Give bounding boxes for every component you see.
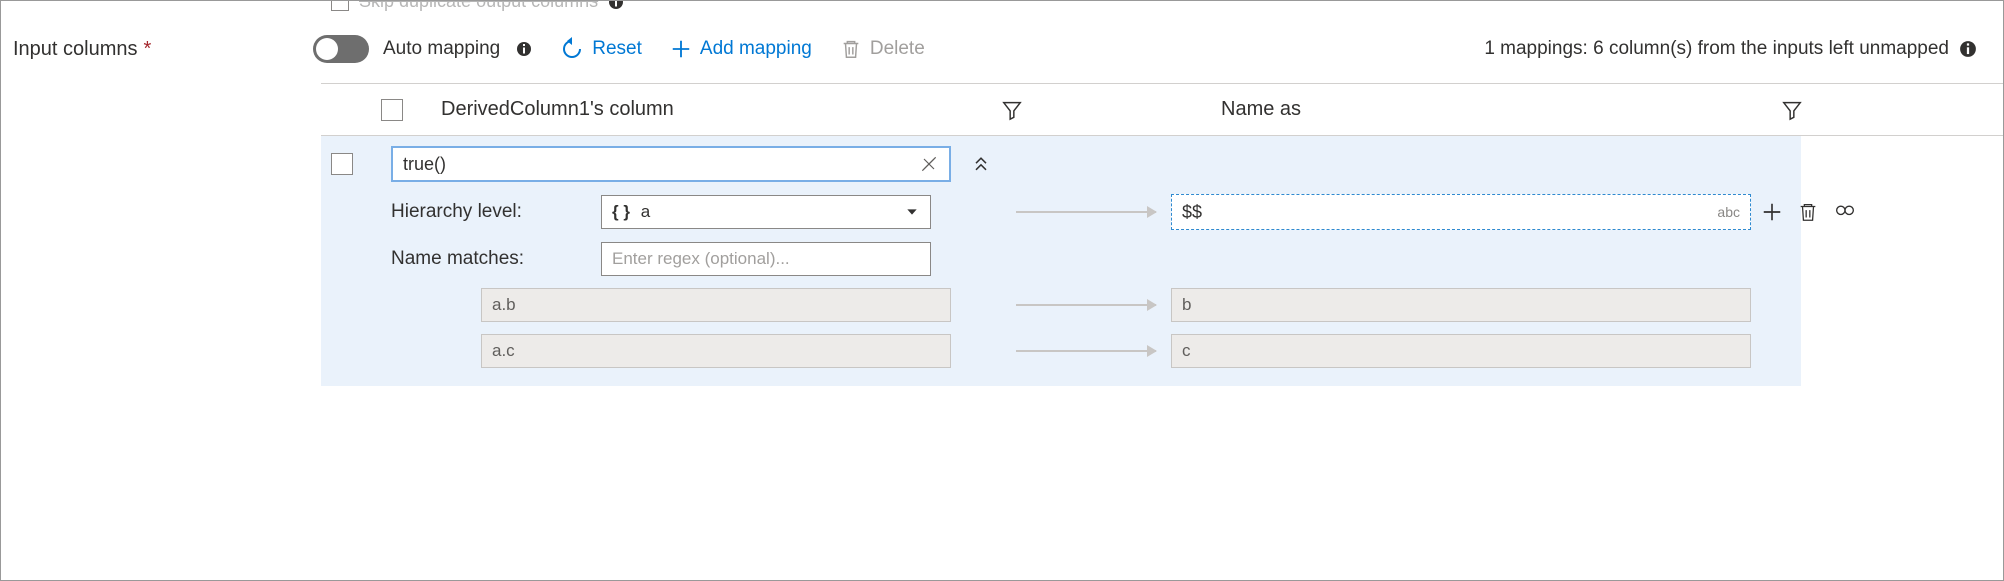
hierarchy-level-select[interactable]: { } a bbox=[601, 195, 931, 229]
mapping-status: 1 mappings: 6 column(s) from the inputs … bbox=[1484, 38, 1977, 60]
mapping-status-text: 1 mappings: 6 column(s) from the inputs … bbox=[1484, 38, 1949, 60]
toolbar: Input columns * Auto mapping Reset bbox=[1, 1, 2003, 83]
table-header: DerivedColumn1's column Name as bbox=[1, 84, 2003, 135]
select-all-checkbox[interactable] bbox=[381, 99, 403, 121]
sub-mapping-src: a.c bbox=[481, 334, 951, 368]
source-column-header: DerivedColumn1's column bbox=[441, 98, 1001, 121]
auto-mapping-toggle[interactable] bbox=[313, 35, 369, 63]
plus-icon bbox=[670, 38, 692, 60]
collapse-icon[interactable] bbox=[961, 154, 1001, 174]
delete-row-button[interactable] bbox=[1797, 201, 1819, 223]
link-icon[interactable] bbox=[1833, 202, 1857, 222]
info-icon[interactable] bbox=[608, 0, 624, 10]
hierarchy-level-value: a bbox=[641, 202, 650, 221]
sub-mapping-dst: c bbox=[1171, 334, 1751, 368]
arrow-icon bbox=[1011, 211, 1161, 213]
mapping-row: true() Hierarchy level: bbox=[321, 136, 1801, 386]
filter-icon[interactable] bbox=[1781, 99, 1831, 121]
filter-icon[interactable] bbox=[1001, 99, 1051, 121]
info-icon[interactable] bbox=[516, 41, 532, 57]
type-badge: abc bbox=[1717, 204, 1740, 220]
add-mapping-button[interactable]: Add mapping bbox=[670, 38, 812, 60]
expression-input[interactable]: true() bbox=[391, 146, 951, 182]
row-checkbox[interactable] bbox=[331, 153, 353, 175]
arrow-icon bbox=[1011, 350, 1161, 352]
trash-icon bbox=[840, 38, 862, 60]
chevron-down-icon bbox=[904, 204, 920, 220]
name-matches-placeholder: Enter regex (optional)... bbox=[612, 249, 790, 269]
section-label-text: Input columns bbox=[13, 38, 138, 61]
name-as-value: $$ bbox=[1182, 202, 1202, 223]
section-label: Input columns * bbox=[13, 38, 313, 61]
sub-mapping-dst: b bbox=[1171, 288, 1751, 322]
reset-icon bbox=[560, 37, 584, 61]
skip-duplicate-row: Skip duplicate output columns bbox=[331, 0, 624, 12]
auto-mapping-label: Auto mapping bbox=[383, 38, 532, 60]
braces-icon: { } bbox=[612, 202, 630, 221]
arrow-icon bbox=[1011, 304, 1161, 306]
add-button[interactable] bbox=[1761, 201, 1783, 223]
sub-mapping-src: a.b bbox=[481, 288, 951, 322]
name-matches-input[interactable]: Enter regex (optional)... bbox=[601, 242, 931, 276]
target-column-header: Name as bbox=[1221, 98, 1781, 121]
fx-icon[interactable] bbox=[919, 154, 939, 174]
name-matches-label: Name matches: bbox=[391, 248, 581, 270]
info-icon[interactable] bbox=[1959, 40, 1977, 58]
reset-button[interactable]: Reset bbox=[560, 37, 642, 61]
required-star: * bbox=[144, 38, 152, 61]
expression-value: true() bbox=[403, 154, 446, 175]
delete-button[interactable]: Delete bbox=[840, 38, 925, 60]
skip-duplicate-label: Skip duplicate output columns bbox=[359, 0, 598, 12]
skip-duplicate-checkbox[interactable] bbox=[331, 0, 349, 11]
hierarchy-level-label: Hierarchy level: bbox=[391, 201, 581, 223]
name-as-input[interactable]: $$ abc bbox=[1171, 194, 1751, 230]
